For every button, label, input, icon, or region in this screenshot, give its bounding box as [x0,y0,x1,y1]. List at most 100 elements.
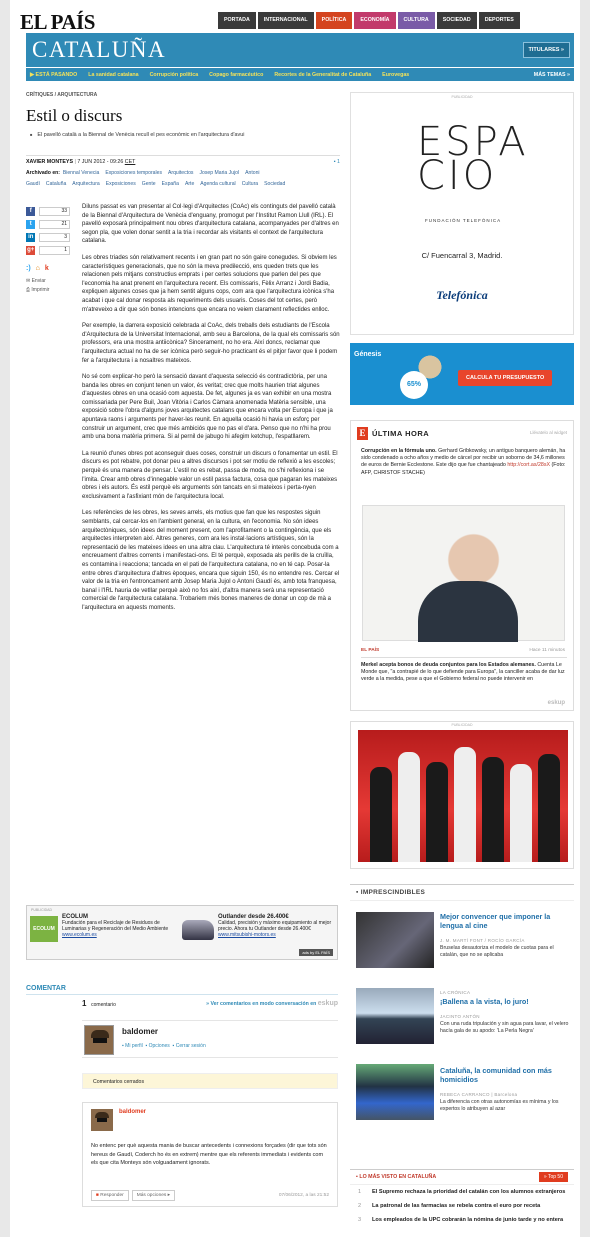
item-image[interactable] [356,988,434,1044]
tag-link[interactable]: Arquitectura [72,181,99,187]
item-author: REBECA CARRANCO [440,1092,490,1097]
enviar-label: Enviar [31,278,46,284]
ads-by-badge[interactable]: ads by EL PAÍS [299,949,333,956]
news-source[interactable]: EL PAÍS [361,648,379,653]
enviar-link[interactable]: ✉ Enviar [26,278,70,284]
item-image[interactable] [356,912,434,968]
subnav-item[interactable]: Corrupción política [150,72,199,78]
topnav-item[interactable]: INTERNACIONAL [257,12,314,29]
discount-badge: 65% [400,371,428,399]
rank: 3 [358,1217,362,1223]
eskup-logo: eskup [317,1000,338,1007]
tag-link[interactable]: Arquitectos [168,170,193,176]
conversation-link[interactable]: » Ver comentarios en modo conversación e… [206,1000,338,1007]
mi-perfil-link[interactable]: Mi perfil [125,1043,143,1049]
section-band: CATALUÑA TITULARES » [26,33,574,67]
share-row[interactable]: f 33 [26,205,70,218]
topnav-item[interactable]: SOCIEDAD [436,12,477,29]
breadcrumb[interactable]: CRÍTIQUES / ARQUITECTURA [26,92,97,98]
news-photo[interactable] [362,505,565,642]
share-row[interactable]: t 21 [26,218,70,231]
topnav-item[interactable]: CULTURA [397,12,435,29]
share-row[interactable]: in 3 [26,231,70,244]
item-author: JACINTO ANTÓN [440,1014,480,1019]
googleplus-icon[interactable]: g+ [26,246,36,255]
ecolum-logo[interactable]: ECOLUM [30,916,58,942]
mas-visto-item[interactable]: 2 La patronal de las farmacias se rebela … [350,1199,574,1213]
linkedin-icon[interactable]: in [26,233,36,242]
tag-link[interactable]: Cataluña [46,181,66,187]
section-title[interactable]: CATALUÑA [32,37,166,63]
tag-link[interactable]: Agenda cultural [200,181,235,187]
item-title[interactable]: Mejor convencer que imponer la lengua al… [440,912,572,930]
subnav-item[interactable]: Recortes de la Generalitat de Cataluña [274,72,371,78]
elpais-logo[interactable]: EL PAÍS [20,10,95,35]
car-image[interactable] [182,920,214,940]
comments-closed-notice: Comentarios cerrados [82,1073,338,1089]
item-title[interactable]: Cataluña, la comunidad con más homicidio… [440,1066,572,1084]
mas-visto-section: ▪ LO MÁS VISTO EN CATALUÑA » Top 50 1 El … [350,1169,574,1227]
item-title[interactable]: ¡Ballena a la vista, lo juro! [440,997,572,1006]
tag-link[interactable]: Biennal Venecia [63,170,100,176]
soccer-ad[interactable]: PUBLICIDAD [350,721,574,869]
mas-visto-item[interactable]: 1 El Supremo rechaza la prioridad del cat… [350,1185,574,1199]
mas-temas-link[interactable]: MÁS TEMAS » [534,72,570,78]
eskup-logo[interactable]: eskup [548,700,565,706]
mas-opciones-button[interactable]: Más opciones ▸ [131,1190,176,1201]
sub-nav: ▶ ESTÁ PASANDO La sanidad catalana Corru… [26,68,574,81]
soccer-players-image [358,730,568,862]
opciones-link[interactable]: Opciones [149,1043,170,1049]
paragraph: Diluns passat es van presentar al Col·le… [82,204,339,245]
cerrar-sesion-link[interactable]: Cerrar sesión [176,1043,206,1049]
tag-link[interactable]: Gente [142,181,156,187]
comments-count-badge[interactable]: ▪ 1 [334,159,340,165]
avatar[interactable] [84,1025,114,1055]
article-lede: El pavelló català a la Biennal de Venèci… [30,132,244,138]
eskup-share-icon[interactable]: k [45,265,49,272]
twitter-icon[interactable]: t [26,220,36,229]
ad-link[interactable]: www.ecolum.es [62,932,97,938]
topnav-item[interactable]: ECONOMÍA [354,12,396,29]
subnav-item[interactable]: La sanidad catalana [88,72,138,78]
subnav-item[interactable]: Eurovegas [382,72,409,78]
tuenti-icon[interactable]: ⌂ [36,265,40,272]
subnav-item[interactable]: Copago farmacéutico [209,72,263,78]
comment-author[interactable]: baldomer [119,1109,146,1115]
facebook-icon[interactable]: f [26,207,36,216]
tag-link[interactable]: Arte [185,181,194,187]
tag-link[interactable]: Exposiciones temporales [105,170,162,176]
publicidad-label: PUBLICIDAD [451,723,473,727]
comments-count: 1 [337,159,340,165]
meneame-icon[interactable]: :) [26,265,31,272]
ecolum-ad[interactable]: ECOLUM Fundación para el Reciclaje de Re… [62,914,174,938]
tag-link[interactable]: Josep Maria Jujol [199,170,239,176]
author-name[interactable]: XAVIER MONTEYS [26,159,73,165]
news-link[interactable]: http://cort.as/28sX [507,462,550,468]
outlander-ad[interactable]: Outlander desde 26.400€ Calidad, precisi… [218,914,333,938]
publicidad-label: PUBLICIDAD [31,908,53,912]
article-date: 7 JUN 2012 - 09:26 [77,159,124,165]
titulares-button[interactable]: TITULARES » [522,42,570,58]
share-count: 33 [39,207,70,216]
genesis-ad[interactable]: Génesis 65% CALCULA TU PRESUPUESTO [350,343,574,405]
mas-visto-item[interactable]: 3 Los empleados de la UPC cobrarán la nóm… [350,1213,574,1227]
ad-link[interactable]: www.mitsubishi-motors.es [218,932,276,938]
topnav-item[interactable]: DEPORTES [478,12,520,29]
item-image[interactable] [356,1064,434,1120]
esta-pasando-label: ▶ ESTÁ PASANDO [30,71,78,78]
espacio-fundacion-ad[interactable]: PUBLICIDAD ESPA CIO FUNDACIÓN TELEFÓNICA … [350,92,574,335]
tag-link[interactable]: Exposiciones [106,181,136,187]
tag-link[interactable]: Sociedad [264,181,285,187]
calcula-button[interactable]: CALCULA TU PRESUPUESTO [458,370,553,386]
topnav-item[interactable]: POLÍTICA [315,12,353,29]
tag-link[interactable]: España [162,181,179,187]
topnav-item[interactable]: PORTADA [218,12,256,29]
tag-link[interactable]: Cultura [242,181,258,187]
comment-avatar[interactable] [91,1109,113,1131]
llevate-link[interactable]: Llévatelo al widget [530,430,567,435]
share-row[interactable]: g+ 1 [26,244,70,257]
responder-button[interactable]: ■ Responder [91,1190,129,1201]
imprimir-link[interactable]: ⎙ Imprimir [26,287,70,293]
top50-button[interactable]: » Top 50 [538,1172,568,1182]
rank: 2 [358,1203,362,1209]
